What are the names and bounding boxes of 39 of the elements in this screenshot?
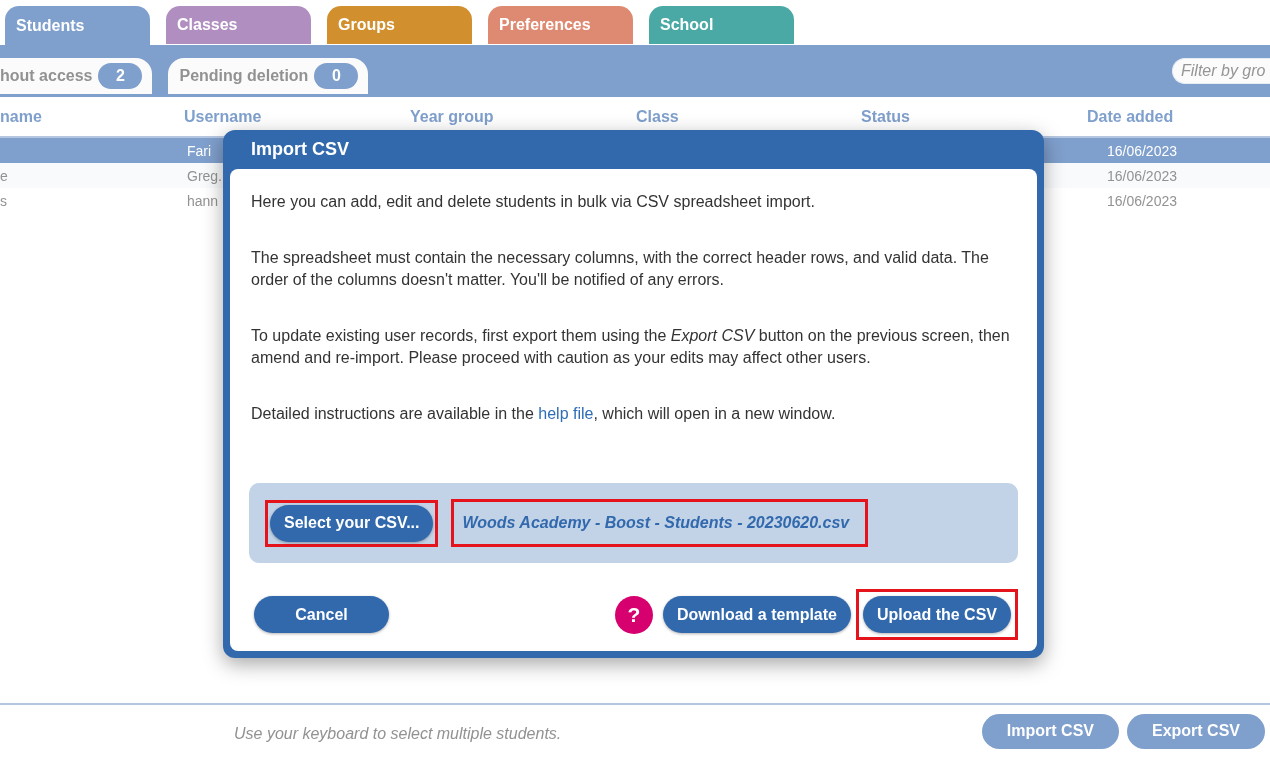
subtab[interactable]: Pending deletion 0 [168,58,369,94]
help-link[interactable]: help file [538,405,594,422]
paragraph-text: The spreadsheet must contain the necessary columns, with the correct header rows, and valid data. The order of the columns doesn't matter. You'll be notified of any errors. [251,248,990,290]
table-cell: 16/06/2023 [1106,192,1177,209]
column-header[interactable]: Year group [410,107,494,126]
paragraph-text: To update existing user records, first export them using the Export CSV button on the previous screen, then amend and re-import. Please proceed with caution as your edits may affect other users. [251,326,1011,368]
column-header[interactable]: name [0,107,42,126]
dialog-button[interactable]: Download a template [662,596,851,633]
table-cell: s [0,192,7,209]
table-cell: Fari [187,142,212,159]
tab[interactable]: Groups [327,6,472,44]
column-header[interactable]: Status [861,107,910,126]
tab[interactable]: Classes [166,6,311,44]
table-cell: hann [187,192,219,209]
count-badge: 2 [98,63,143,89]
dialog-button[interactable]: Upload the CSV [863,596,1011,633]
hint-text: Use your keyboard to select multiple students. [234,724,562,743]
filter-field[interactable]: Filter by gro [1172,58,1270,84]
dialog-button[interactable]: Cancel [254,596,389,633]
paragraph-text: Here you can add, edit and delete students in bulk via CSV spreadsheet import. [251,192,816,212]
tab[interactable]: Students [5,6,150,45]
tab[interactable]: School [649,6,794,44]
dialog-title: Import CSV [251,139,349,160]
subtab[interactable]: hout access 2 [0,58,153,94]
table-cell: e [0,167,8,184]
column-header[interactable]: Username [184,107,262,126]
count-badge: 0 [314,63,359,89]
file-name: Woods Academy - Boost - Students - 20230620.csv [462,513,850,533]
action-button[interactable]: Import CSV [981,713,1119,749]
table-cell: 16/06/2023 [1106,142,1177,159]
table-cell: Greg. [187,167,222,184]
table-cell: 16/06/2023 [1106,167,1177,184]
select-file-button[interactable]: Select your CSV... [270,504,434,542]
column-header[interactable]: Date added [1087,107,1174,126]
action-button[interactable]: Export CSV [1127,713,1265,749]
tab[interactable]: Preferences [488,6,633,44]
column-header[interactable]: Class [636,107,679,126]
help-button[interactable]: ? [614,595,653,634]
paragraph-text: Detailed instructions are available in the help file, which will open in a new window. [251,404,837,424]
